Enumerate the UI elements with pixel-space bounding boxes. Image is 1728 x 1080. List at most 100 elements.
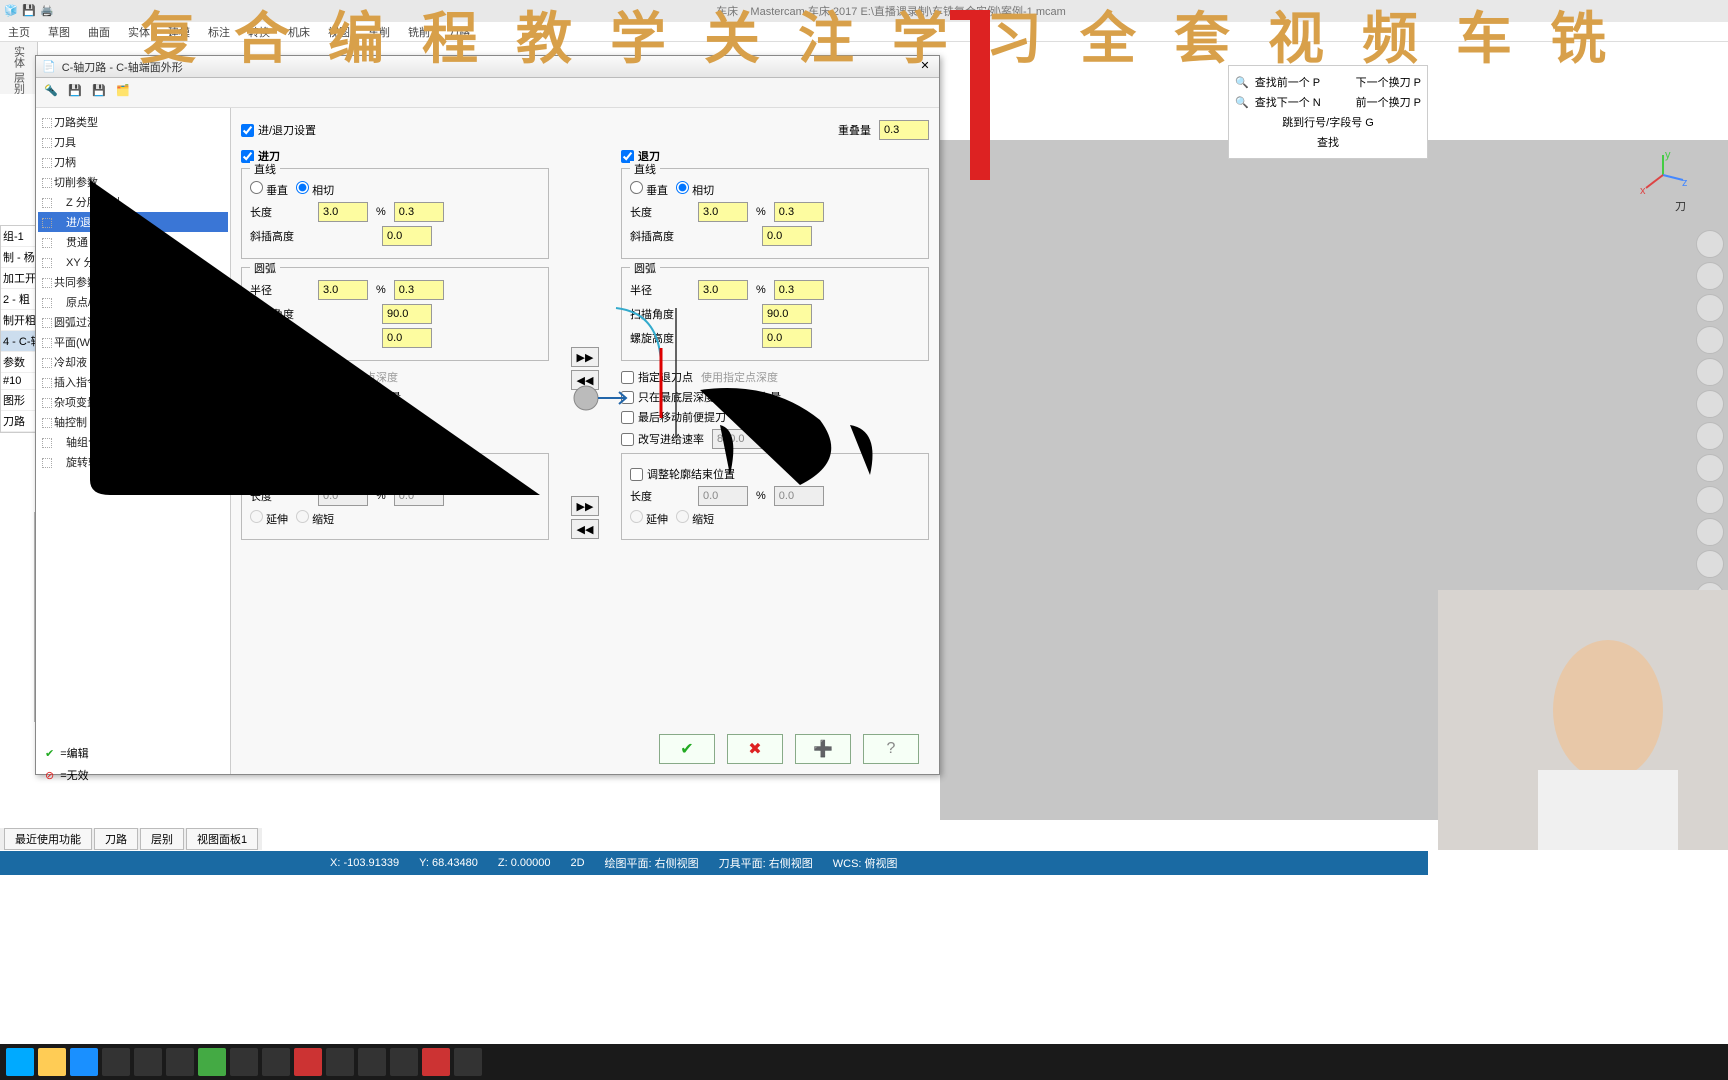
save-icon[interactable]: 💾 [68, 84, 86, 102]
saveas-icon[interactable]: 💾 [92, 84, 110, 102]
copy-right-button2[interactable]: ▶▶ [571, 496, 599, 516]
tree-node[interactable]: 刀柄 [38, 152, 228, 172]
menu-view[interactable]: 视图 [328, 24, 350, 40]
op-item[interactable]: 2 - 粗 [1, 289, 37, 310]
dialog-header[interactable]: 📄 C-轴刀路 - C-轴端面外形 ✕ [36, 56, 939, 78]
store-icon[interactable] [134, 1048, 162, 1076]
param-tree[interactable]: 刀路类型 刀具 刀柄 切削参数 Z 分层切削 进/退刀设置 贯通 XY 分层切削… [36, 108, 231, 774]
save-icon[interactable]: 💾 [22, 4, 36, 18]
settings-icon[interactable]: 🗂️ [116, 84, 134, 102]
vp-tool[interactable] [1696, 390, 1724, 418]
sidebar-solid[interactable]: 实体 [11, 46, 27, 68]
ok-button[interactable]: ✔ [659, 734, 715, 764]
menu-turn[interactable]: 车削 [368, 24, 390, 40]
start-icon[interactable] [6, 1048, 34, 1076]
op-item[interactable]: 刀路 [1, 411, 37, 432]
op-item[interactable]: 加工开 [1, 268, 37, 289]
app-icon[interactable] [390, 1048, 418, 1076]
wechat-icon[interactable] [198, 1048, 226, 1076]
status-wcs[interactable]: WCS: 俯视图 [833, 855, 898, 871]
capcut-icon[interactable] [262, 1048, 290, 1076]
vp-tool[interactable] [1696, 518, 1724, 546]
vp-tool[interactable] [1696, 262, 1724, 290]
edge-icon[interactable] [70, 1048, 98, 1076]
close-icon[interactable]: ✕ [917, 59, 933, 75]
mastercam-icon[interactable] [294, 1048, 322, 1076]
flashlight-icon[interactable]: 🔦 [44, 84, 62, 102]
vp-tool[interactable] [1696, 358, 1724, 386]
entry-helix[interactable] [382, 328, 432, 348]
entry-ramp[interactable] [382, 226, 432, 246]
menu-toolpath[interactable]: 刀路 [448, 24, 470, 40]
tangent-radio[interactable]: 相切 [296, 181, 334, 198]
app-icon[interactable] [358, 1048, 386, 1076]
tab-viewpanel[interactable]: 视图面板1 [186, 828, 258, 850]
copy-left-button2[interactable]: ◀◀ [571, 519, 599, 539]
tree-node[interactable]: 平面(WCS) [38, 332, 228, 352]
tree-node[interactable]: Z 分层切削 [38, 192, 228, 212]
calc-icon[interactable] [102, 1048, 130, 1076]
vp-tool[interactable] [1696, 454, 1724, 482]
overlap-input[interactable] [879, 120, 929, 140]
ops-list[interactable]: 组-1 制 - 杨 加工开 2 - 粗 制开粗 4 - C-轴 参数 #10 图… [0, 225, 38, 433]
op-item[interactable]: #10 [1, 373, 37, 390]
menu-xform[interactable]: 转换 [248, 24, 270, 40]
vp-tool[interactable] [1696, 294, 1724, 322]
entry-radius-p[interactable] [394, 280, 444, 300]
tree-node[interactable]: 杂项变量 [38, 392, 228, 412]
apply-button[interactable]: ➕ [795, 734, 851, 764]
vp-tool[interactable] [1696, 422, 1724, 450]
tree-node[interactable]: XY 分层切削 [38, 252, 228, 272]
tree-node[interactable]: 插入指令 [38, 372, 228, 392]
menu-sketch[interactable]: 草图 [48, 24, 70, 40]
menu-dim[interactable]: 标注 [208, 24, 230, 40]
status-mode[interactable]: 2D [570, 857, 584, 869]
app-icon[interactable] [422, 1048, 450, 1076]
app-icon[interactable] [454, 1048, 482, 1076]
menu-home[interactable]: 主页 [8, 24, 30, 40]
qq-icon[interactable] [230, 1048, 258, 1076]
menu-surface[interactable]: 曲面 [88, 24, 110, 40]
explorer-icon[interactable] [38, 1048, 66, 1076]
app-icon[interactable] [166, 1048, 194, 1076]
tree-node[interactable]: 共同参数 [38, 272, 228, 292]
vp-tool[interactable] [1696, 326, 1724, 354]
op-item[interactable]: 图形 [1, 390, 37, 411]
menu-solid[interactable]: 实体 [128, 24, 150, 40]
sidebar-level[interactable]: 层别 [11, 72, 27, 94]
entry-length-p[interactable] [394, 202, 444, 222]
tree-node[interactable]: 贯通 [38, 232, 228, 252]
op-item[interactable]: 组-1 [1, 226, 37, 247]
entry-length[interactable] [318, 202, 368, 222]
menu-mill[interactable]: 铣削 [408, 24, 430, 40]
tree-node[interactable]: 轴控制 [38, 412, 228, 432]
app-icon[interactable] [326, 1048, 354, 1076]
section-check[interactable]: 进/退刀设置 [241, 122, 316, 138]
tree-node[interactable]: 旋转轴控制 [38, 452, 228, 472]
op-item[interactable]: 4 - C-轴 [1, 331, 37, 352]
help-button[interactable]: ? [863, 734, 919, 764]
tree-node[interactable]: 刀路类型 [38, 112, 228, 132]
tree-node[interactable]: 切削参数 [38, 172, 228, 192]
tree-node[interactable]: 刀具 [38, 132, 228, 152]
perp-radio[interactable]: 垂直 [250, 181, 288, 198]
op-item[interactable]: 制 - 杨 [1, 247, 37, 268]
tab-level[interactable]: 层别 [140, 828, 184, 850]
vp-tool[interactable] [1696, 486, 1724, 514]
tree-node[interactable]: 原点/参考点 [38, 292, 228, 312]
tab-recent[interactable]: 最近使用功能 [4, 828, 92, 850]
tab-toolpath[interactable]: 刀路 [94, 828, 138, 850]
taskbar[interactable] [0, 1044, 1728, 1080]
entry-sweep[interactable] [382, 304, 432, 324]
print-icon[interactable]: 🖨️ [40, 4, 54, 18]
status-tplane[interactable]: 刀具平面: 右侧视图 [719, 855, 813, 871]
tree-node[interactable]: 冷却液 [38, 352, 228, 372]
status-plane[interactable]: 绘图平面: 右侧视图 [605, 855, 699, 871]
op-item[interactable]: 制开粗 [1, 310, 37, 331]
tree-node-selected[interactable]: 进/退刀设置 [38, 212, 228, 232]
vp-tool[interactable] [1696, 230, 1724, 258]
tree-node[interactable]: 轴组合 [38, 432, 228, 452]
op-item[interactable]: 参数 [1, 352, 37, 373]
menu-model[interactable]: 建模 [168, 24, 190, 40]
menu-machine[interactable]: 机床 [288, 24, 310, 40]
